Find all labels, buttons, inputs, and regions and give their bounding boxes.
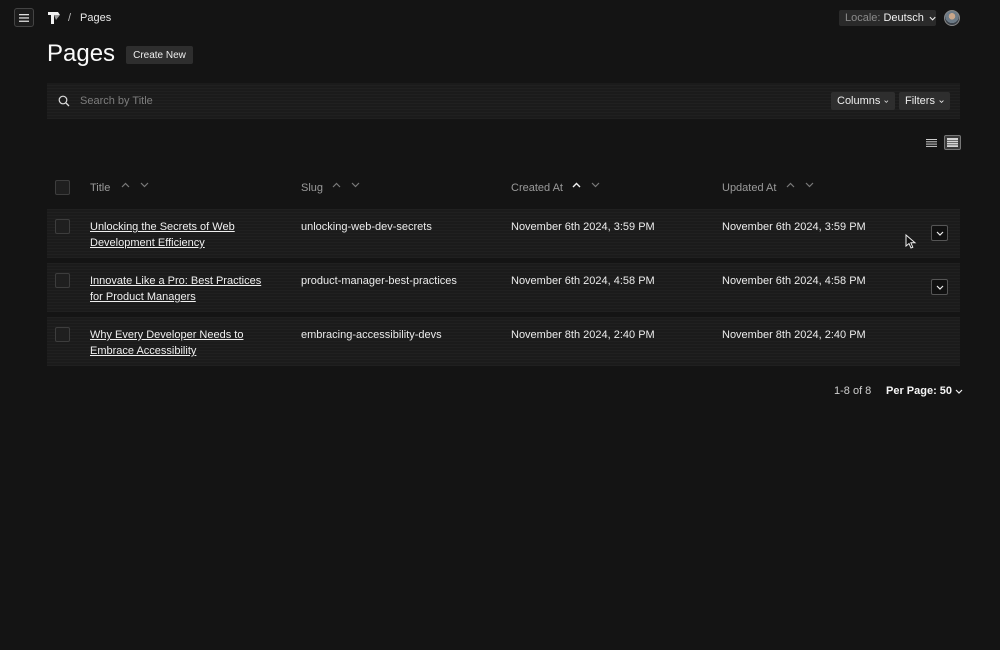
chevron-down-icon bbox=[936, 231, 943, 236]
list-view-icon bbox=[926, 138, 937, 147]
row-updated-at: November 6th 2024, 4:58 PM bbox=[722, 275, 866, 287]
sort-desc-icon[interactable] bbox=[805, 182, 814, 188]
column-header-slug[interactable]: Slug bbox=[301, 182, 323, 194]
sort-controls-updated-at bbox=[786, 182, 814, 188]
table-view-toggle[interactable] bbox=[944, 135, 961, 150]
chevron-down-icon bbox=[936, 285, 943, 290]
chevron-down-icon bbox=[955, 389, 963, 394]
create-new-button[interactable]: Create New bbox=[126, 46, 193, 64]
chevron-down-icon bbox=[884, 99, 889, 103]
sort-desc-icon[interactable] bbox=[591, 182, 600, 188]
search-input[interactable] bbox=[80, 93, 780, 109]
menu-toggle-button[interactable] bbox=[14, 8, 34, 27]
columns-button[interactable]: Columns bbox=[831, 92, 895, 110]
logo-icon[interactable] bbox=[47, 11, 61, 25]
row-checkbox[interactable] bbox=[55, 219, 70, 234]
row-slug: product-manager-best-practices bbox=[301, 275, 457, 287]
row-actions-button[interactable] bbox=[931, 225, 948, 241]
per-page-value: 50 bbox=[939, 385, 952, 397]
row-slug: unlocking-web-dev-secrets bbox=[301, 221, 432, 233]
per-page-selector[interactable]: Per Page: 50 bbox=[886, 385, 963, 397]
locale-value: Deutsch bbox=[883, 12, 924, 24]
locale-selector[interactable]: Locale: Deutsch bbox=[839, 10, 936, 26]
row-checkbox[interactable] bbox=[55, 273, 70, 288]
sort-asc-icon[interactable] bbox=[332, 182, 341, 188]
sort-asc-icon[interactable] bbox=[786, 182, 795, 188]
hamburger-icon bbox=[19, 13, 29, 22]
column-header-title[interactable]: Title bbox=[90, 182, 110, 194]
row-updated-at: November 6th 2024, 3:59 PM bbox=[722, 221, 866, 233]
column-header-updated-at[interactable]: Updated At bbox=[722, 182, 776, 194]
sort-controls-created-at bbox=[572, 182, 600, 188]
row-title-link[interactable]: Why Every Developer Needs to Embrace Acc… bbox=[90, 327, 270, 359]
select-all-checkbox[interactable] bbox=[55, 180, 70, 195]
per-page-label: Per Page: bbox=[886, 385, 937, 397]
sort-desc-icon[interactable] bbox=[351, 182, 360, 188]
locale-label: Locale: bbox=[845, 12, 881, 24]
row-created-at: November 6th 2024, 4:58 PM bbox=[511, 275, 655, 287]
filters-label: Filters bbox=[905, 95, 935, 107]
row-checkbox[interactable] bbox=[55, 327, 70, 342]
mouse-cursor-icon bbox=[905, 234, 917, 249]
column-header-created-at[interactable]: Created At bbox=[511, 182, 563, 194]
columns-label: Columns bbox=[837, 95, 881, 107]
list-view-toggle[interactable] bbox=[923, 135, 940, 150]
row-actions-button[interactable] bbox=[931, 279, 948, 295]
row-title-link[interactable]: Innovate Like a Pro: Best Practices for … bbox=[90, 273, 270, 305]
row-created-at: November 6th 2024, 3:59 PM bbox=[511, 221, 655, 233]
chevron-down-icon bbox=[939, 99, 944, 103]
sort-asc-icon[interactable] bbox=[121, 182, 130, 188]
breadcrumb-current-page: Pages bbox=[80, 12, 112, 24]
sort-controls-title bbox=[121, 182, 149, 188]
row-created-at: November 8th 2024, 2:40 PM bbox=[511, 329, 655, 341]
chevron-down-icon bbox=[929, 16, 936, 21]
row-title-link[interactable]: Unlocking the Secrets of Web Development… bbox=[90, 219, 270, 251]
page-title: Pages bbox=[47, 40, 116, 67]
pagination-range: 1-8 of 8 bbox=[834, 385, 872, 397]
search-icon bbox=[58, 95, 70, 107]
sort-desc-icon[interactable] bbox=[140, 182, 149, 188]
row-updated-at: November 8th 2024, 2:40 PM bbox=[722, 329, 866, 341]
filters-button[interactable]: Filters bbox=[899, 92, 950, 110]
row-slug: embracing-accessibility-devs bbox=[301, 329, 442, 341]
breadcrumb-separator: / bbox=[68, 12, 72, 24]
table-view-icon bbox=[947, 138, 958, 147]
sort-asc-icon[interactable] bbox=[572, 182, 581, 188]
user-avatar[interactable] bbox=[944, 10, 960, 26]
sort-controls-slug bbox=[332, 182, 360, 188]
